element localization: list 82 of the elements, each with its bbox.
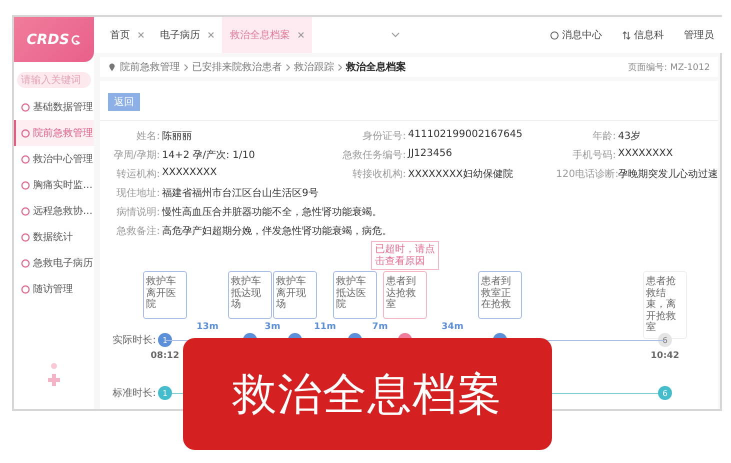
time-label: 08:12	[150, 351, 180, 361]
duration-label: 3m	[264, 322, 280, 332]
field-value: 411102199002167645	[408, 129, 523, 142]
menu-item-icon	[21, 284, 30, 294]
timeline-node: 6	[658, 386, 672, 400]
field-label: 手机号码:	[572, 148, 616, 162]
field-label: 病情说明:	[116, 206, 160, 219]
header-action[interactable]: 信息科	[612, 17, 674, 53]
chevron-right-icon	[338, 64, 342, 70]
event-bubble: 救护车抵达现场	[228, 271, 272, 319]
plus-decoration-icon	[47, 362, 61, 388]
menu-item-icon	[21, 128, 30, 138]
chevron-down-icon[interactable]	[391, 32, 400, 38]
close-icon[interactable]	[298, 32, 304, 38]
breadcrumb-link[interactable]: 已安排来院救治患者	[192, 60, 282, 74]
field-value: 14+2 孕/产次: 1/10	[162, 148, 256, 162]
event-bubble: 患者抢救结束，离开抢救室	[643, 271, 687, 338]
duration-label: 11m	[314, 322, 336, 332]
field-value: 高危孕产妇超期分娩，伴发急性肾功能衰竭，病危。	[162, 224, 392, 238]
field-value: 福建省福州市台江区台山生活区9号	[162, 186, 318, 200]
menu-item-icon	[21, 180, 30, 190]
sidebar-item[interactable]: 急救电子病历	[14, 250, 94, 276]
chevron-right-icon	[286, 64, 290, 70]
event-bubble: 患者到达抢救室	[383, 271, 427, 319]
field-label: 姓名:	[136, 130, 160, 143]
logo: CRDS	[14, 17, 94, 62]
field-label: 急救任务编号:	[342, 148, 406, 162]
sidebar-item[interactable]: 救治中心管理	[14, 146, 94, 172]
menu-item-icon	[21, 232, 30, 242]
menu-item-icon	[21, 206, 30, 216]
field-label: 转接收机构:	[352, 168, 406, 181]
timeline-node: 1	[158, 386, 172, 400]
location-pin-icon	[108, 62, 116, 72]
sidebar-item[interactable]: 基础数据管理	[14, 94, 94, 120]
search-field[interactable]: 请输入关键词	[17, 72, 91, 88]
event-bubble: 救护车离开医院	[143, 271, 187, 319]
duration-label: 34m	[442, 322, 464, 332]
header-action[interactable]: 管理员	[674, 17, 724, 53]
menu-item-icon	[21, 102, 30, 112]
title-banner: 救治全息档案	[183, 338, 552, 450]
swap-icon	[622, 30, 631, 40]
sidebar-item[interactable]: 胸痛实时监...	[14, 172, 94, 198]
close-icon[interactable]	[138, 32, 144, 38]
field-label: 现住地址:	[116, 186, 160, 200]
field-value: 孕晚期突发儿心动过速	[618, 168, 718, 181]
row-label: 实际时长:	[112, 334, 156, 347]
header-action[interactable]: 消息中心	[540, 17, 612, 53]
field-value: XXXXXXXX	[162, 167, 217, 180]
breadcrumb-link[interactable]: 院前急救管理	[120, 60, 180, 74]
chevron-right-icon	[184, 64, 188, 70]
duration-label: 13m	[196, 322, 218, 332]
menu-item-icon	[21, 154, 30, 164]
close-icon[interactable]	[208, 32, 214, 38]
swirl-icon	[71, 34, 82, 44]
field-value: 43岁	[618, 130, 641, 143]
field-label: 身份证号:	[362, 130, 406, 143]
field-label: 转运机构:	[116, 168, 160, 181]
time-label: 10:42	[650, 351, 680, 361]
field-value: XXXXXXXX妇幼保健院	[408, 168, 513, 181]
page-number: 页面编号: MZ-1012	[628, 62, 710, 74]
breadcrumb-link[interactable]: 救治全息档案	[346, 60, 406, 74]
field-label: 年龄:	[592, 130, 616, 143]
duration-label: 7m	[372, 322, 388, 332]
event-bubble: 患者到救室正在抢救	[478, 271, 522, 319]
menu-item-icon	[21, 258, 30, 268]
field-value: JJ123456	[408, 148, 452, 161]
sidebar-item[interactable]: 远程急救协...	[14, 198, 94, 224]
field-value: XXXXXXXX	[618, 148, 673, 161]
field-label: 急救备注:	[116, 224, 160, 238]
event-bubble: 救护车离开现场	[273, 271, 317, 319]
event-bubble: 救护车抵达医院	[333, 271, 377, 319]
tab[interactable]: 首页	[102, 17, 152, 53]
breadcrumb-link[interactable]: 救治跟踪	[294, 60, 334, 74]
field-value: 陈丽丽	[162, 130, 192, 143]
sidebar-item[interactable]: 数据统计	[14, 224, 94, 250]
tab[interactable]: 电子病历	[152, 17, 222, 53]
field-label: 120电话诊断:	[556, 168, 616, 181]
field-value: 慢性高血压合并脏器功能不全，急性肾功能衰竭。	[162, 206, 382, 219]
row-label: 标准时长:	[112, 386, 156, 400]
sidebar-item[interactable]: 随访管理	[14, 276, 94, 302]
field-label: 孕周/孕期:	[112, 148, 160, 162]
info-icon	[550, 30, 559, 40]
